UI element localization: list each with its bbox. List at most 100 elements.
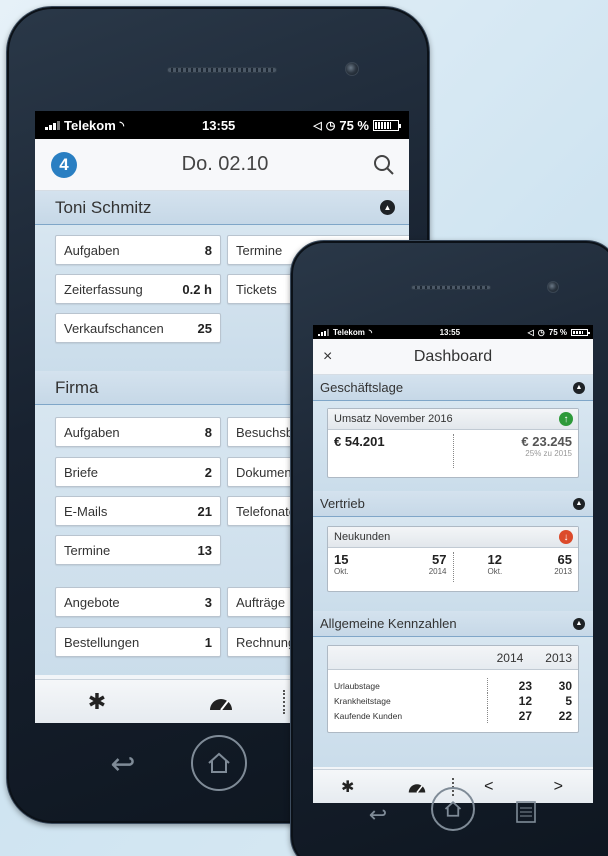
return-button-icon[interactable]: ↩ xyxy=(363,801,393,829)
table-header: 2014 2013 xyxy=(328,646,578,670)
tile-label: Tickets xyxy=(236,281,277,297)
clock: 13:55 xyxy=(202,117,236,133)
section-title: Allgemeine Kennzahlen xyxy=(320,616,457,631)
search-icon[interactable] xyxy=(373,154,395,176)
sound-icon: ◁ xyxy=(313,119,322,132)
card-divider xyxy=(452,552,454,582)
umsatz-card[interactable]: Umsatz November 2016 ↑ € 54.201 € 23.245… xyxy=(327,408,579,478)
table-row: Krankheitstage 12 5 xyxy=(328,693,578,708)
tile-count: 21 xyxy=(197,503,212,519)
tile-termine[interactable]: Termine 13 xyxy=(55,535,221,565)
collapse-icon[interactable]: ▲ xyxy=(380,200,395,215)
section-header-person[interactable]: Toni Schmitz ▲ xyxy=(35,191,409,225)
tile-label: E-Mails xyxy=(64,503,108,519)
tile-count: 8 xyxy=(204,424,212,440)
tile-aufgaben[interactable]: Aufgaben 8 xyxy=(55,417,221,447)
table-body: Urlaubstage 23 30 Krankheitstage 12 5 Ka… xyxy=(328,670,578,723)
trend-up-icon: ↑ xyxy=(559,412,573,426)
menu-button-icon[interactable] xyxy=(511,797,541,827)
tile-count: 2 xyxy=(204,464,212,480)
tile-aufgaben[interactable]: Aufgaben 8 xyxy=(55,235,221,265)
tile-count: 3 xyxy=(204,594,212,610)
tile-count: 1 xyxy=(204,634,212,650)
kpi-value: 15 xyxy=(334,552,349,567)
row-divider xyxy=(487,693,488,708)
row-value: 23 xyxy=(518,678,532,693)
card-header: Umsatz November 2016 ↑ xyxy=(328,409,578,430)
signal-icon xyxy=(45,120,60,130)
front-camera xyxy=(345,62,359,76)
status-bar: Telekom ◝ 13:55 ◁ ◷ 75 % xyxy=(35,111,409,139)
collapse-icon[interactable]: ▲ xyxy=(573,497,585,510)
card-divider xyxy=(452,434,454,468)
row-value: 5 xyxy=(565,693,572,708)
compare-value: € 23.245 xyxy=(521,434,572,449)
tile-bestellungen[interactable]: Bestellungen 1 xyxy=(55,627,221,657)
home-button-icon[interactable] xyxy=(191,735,247,791)
page-title: Dashboard xyxy=(413,347,493,365)
dashboard-gauge-icon[interactable] xyxy=(159,692,283,712)
tile-label: Termine xyxy=(64,542,111,558)
section-title: Vertrieb xyxy=(320,496,365,511)
trend-down-icon: ↓ xyxy=(559,530,573,544)
kennzahlen-area: 2014 2013 Urlaubstage 23 30 Krankheitsta… xyxy=(313,637,593,767)
speaker-grille xyxy=(411,285,491,290)
collapse-icon[interactable]: ▲ xyxy=(573,381,585,394)
kpi-value: 65 xyxy=(557,552,572,567)
row-value: 12 xyxy=(518,693,532,708)
tile-emails[interactable]: E-Mails 21 xyxy=(55,496,221,526)
close-icon[interactable]: × xyxy=(323,348,343,366)
front-phone: Telekom ◝ 13:55 ◁ ◷ 75 % × Dashboard Ges… xyxy=(290,240,608,856)
return-button-icon[interactable]: ↩ xyxy=(103,747,143,781)
kpi-label: 2013 xyxy=(554,567,572,576)
battery-percent: 75 % xyxy=(339,117,369,133)
settings-gear-icon[interactable]: ✱ xyxy=(313,777,383,797)
tile-zeiterfassung[interactable]: Zeiterfassung 0.2 h xyxy=(55,274,221,304)
alarm-icon: ◷ xyxy=(325,119,336,132)
row-divider xyxy=(487,708,488,723)
geschaeftslage-area: Umsatz November 2016 ↑ € 54.201 € 23.245… xyxy=(313,401,593,491)
tile-label: Rechnung xyxy=(236,634,296,650)
tile-count: 0.2 h xyxy=(182,281,212,297)
tile-label: Aufgaben xyxy=(64,424,120,440)
tile-label: Telefonate xyxy=(236,503,296,519)
wifi-icon: ◝ xyxy=(119,119,125,132)
clock: 13:55 xyxy=(439,327,461,337)
year-column: 2014 xyxy=(496,650,524,665)
collapse-icon[interactable]: ▲ xyxy=(573,617,585,630)
table-row: Kaufende Kunden 27 22 xyxy=(328,708,578,723)
settings-gear-icon[interactable]: ✱ xyxy=(35,689,159,715)
row-divider xyxy=(487,678,488,693)
tile-angebote[interactable]: Angebote 3 xyxy=(55,587,221,617)
front-camera xyxy=(547,281,559,293)
neukunden-card[interactable]: Neukunden ↓ 15 57 Okt. 2014 12 65 Okt. 2… xyxy=(327,526,579,592)
sound-icon: ◁ xyxy=(527,327,534,337)
row-value: 27 xyxy=(518,708,532,723)
card-body: € 54.201 € 23.245 25% zu 2015 xyxy=(328,430,578,472)
home-button-icon[interactable] xyxy=(431,787,475,831)
tile-count: 13 xyxy=(197,542,212,558)
section-header-geschaeftslage[interactable]: Geschäftslage ▲ xyxy=(313,375,593,401)
app-logo-icon[interactable]: 4 xyxy=(51,151,77,178)
section-header-kennzahlen[interactable]: Allgemeine Kennzahlen ▲ xyxy=(313,611,593,637)
section-header-vertrieb[interactable]: Vertrieb ▲ xyxy=(313,491,593,517)
tile-briefe[interactable]: Briefe 2 xyxy=(55,457,221,487)
section-title: Geschäftslage xyxy=(320,380,404,395)
row-label: Krankheitstage xyxy=(334,695,391,706)
forward-arrow-icon[interactable]: > xyxy=(524,778,594,796)
tile-label: Briefe xyxy=(64,464,98,480)
table-row: Urlaubstage 23 30 xyxy=(328,678,578,693)
header-date: Do. 02.10 xyxy=(181,153,269,175)
tile-label: Besuchsb xyxy=(236,424,294,440)
card-body: 15 57 Okt. 2014 12 65 Okt. 2013 xyxy=(328,548,578,586)
tile-count: 25 xyxy=(197,320,212,336)
tile-verkaufschancen[interactable]: Verkaufschancen 25 xyxy=(55,313,221,343)
alarm-icon: ◷ xyxy=(537,327,545,337)
battery-percent: 75 % xyxy=(548,327,567,337)
tile-label: Angebote xyxy=(64,594,120,610)
current-value: € 54.201 xyxy=(334,434,385,449)
kpi-value: 12 xyxy=(487,552,502,567)
year-column: 2013 xyxy=(545,650,572,665)
kennzahlen-table: 2014 2013 Urlaubstage 23 30 Krankheitsta… xyxy=(327,645,579,733)
vertrieb-area: Neukunden ↓ 15 57 Okt. 2014 12 65 Okt. 2… xyxy=(313,517,593,611)
